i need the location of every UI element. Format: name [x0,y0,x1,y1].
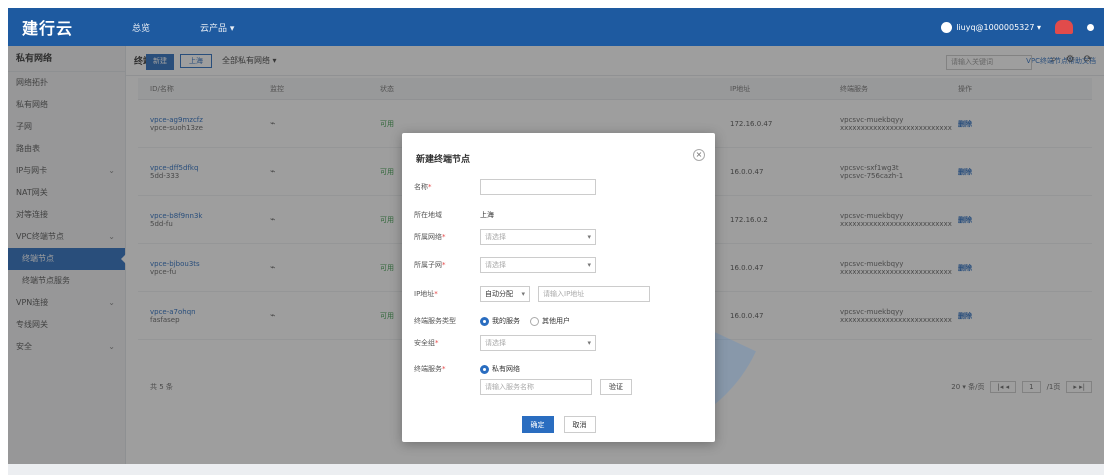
vpc-label: 所属网络* [414,233,446,241]
ip-row: IP地址* 自动分配 请输入IP地址 [414,286,703,302]
brand-logo[interactable]: 建行云 [8,15,118,39]
security-group-label: 安全组* [414,339,439,347]
top-right: liuyq@1000005327 ▾ [941,20,1104,34]
nav-overview[interactable]: 总览 [132,21,150,34]
cancel-button[interactable]: 取消 [563,416,596,433]
service-row: 终端服务* 私有网络 [414,361,703,377]
service-radio-vpc[interactable]: 私有网络 [480,364,520,374]
name-input[interactable] [480,179,596,195]
top-bar: 建行云 总览 云产品 ▾ liuyq@1000005327 ▾ [8,8,1104,46]
ip-label: IP地址* [414,290,438,298]
top-nav: 总览 云产品 ▾ [132,21,234,34]
nav-products[interactable]: 云产品 ▾ [200,21,234,34]
subnet-select[interactable]: 请选择 [480,257,596,273]
bottom-strip [8,464,1104,475]
user-name: liuyq@1000005327 ▾ [956,22,1041,32]
subnet-label: 所属子网* [414,261,446,269]
close-icon[interactable]: × [693,149,705,161]
notification-icon[interactable] [1055,20,1073,34]
owner-radio-other[interactable]: 其他用户 [530,316,570,326]
service-label: 终端服务* [414,365,446,373]
create-endpoint-dialog: 新建终端节点 × 名称* 所在地域 上海 所属网络* 请选择 所属子网* 请选择… [402,133,715,442]
region-value: 上海 [480,211,494,219]
verify-button[interactable]: 验证 [600,379,632,395]
confirm-button[interactable]: 确定 [521,416,554,433]
owner-radio-mine[interactable]: 我的服务 [480,316,520,326]
name-row: 名称* [414,179,703,195]
subnet-row: 所属子网* 请选择 [414,257,703,273]
settings-dot-icon[interactable] [1087,23,1094,31]
owner-row: 终端服务类型 我的服务 其他用户 [414,313,703,329]
owner-label: 终端服务类型 [414,317,456,325]
user-menu[interactable]: liuyq@1000005327 ▾ [941,21,1041,33]
dialog-actions: 确定 取消 [402,416,715,433]
vpc-row: 所属网络* 请选择 [414,229,703,245]
security-group-row: 安全组* 请选择 [414,335,703,351]
security-group-select[interactable]: 请选择 [480,335,596,351]
name-label: 名称* [414,183,432,191]
service-input-row: 请输入服务名称 验证 [480,379,703,395]
region-row: 所在地域 上海 [414,207,703,223]
service-name-input[interactable]: 请输入服务名称 [480,379,592,395]
ip-mode-select[interactable]: 自动分配 [480,286,530,302]
ip-input[interactable]: 请输入IP地址 [538,286,650,302]
user-avatar-icon [941,21,953,33]
region-label: 所在地域 [414,211,442,219]
vpc-select[interactable]: 请选择 [480,229,596,245]
dialog-title: 新建终端节点 [416,155,471,165]
